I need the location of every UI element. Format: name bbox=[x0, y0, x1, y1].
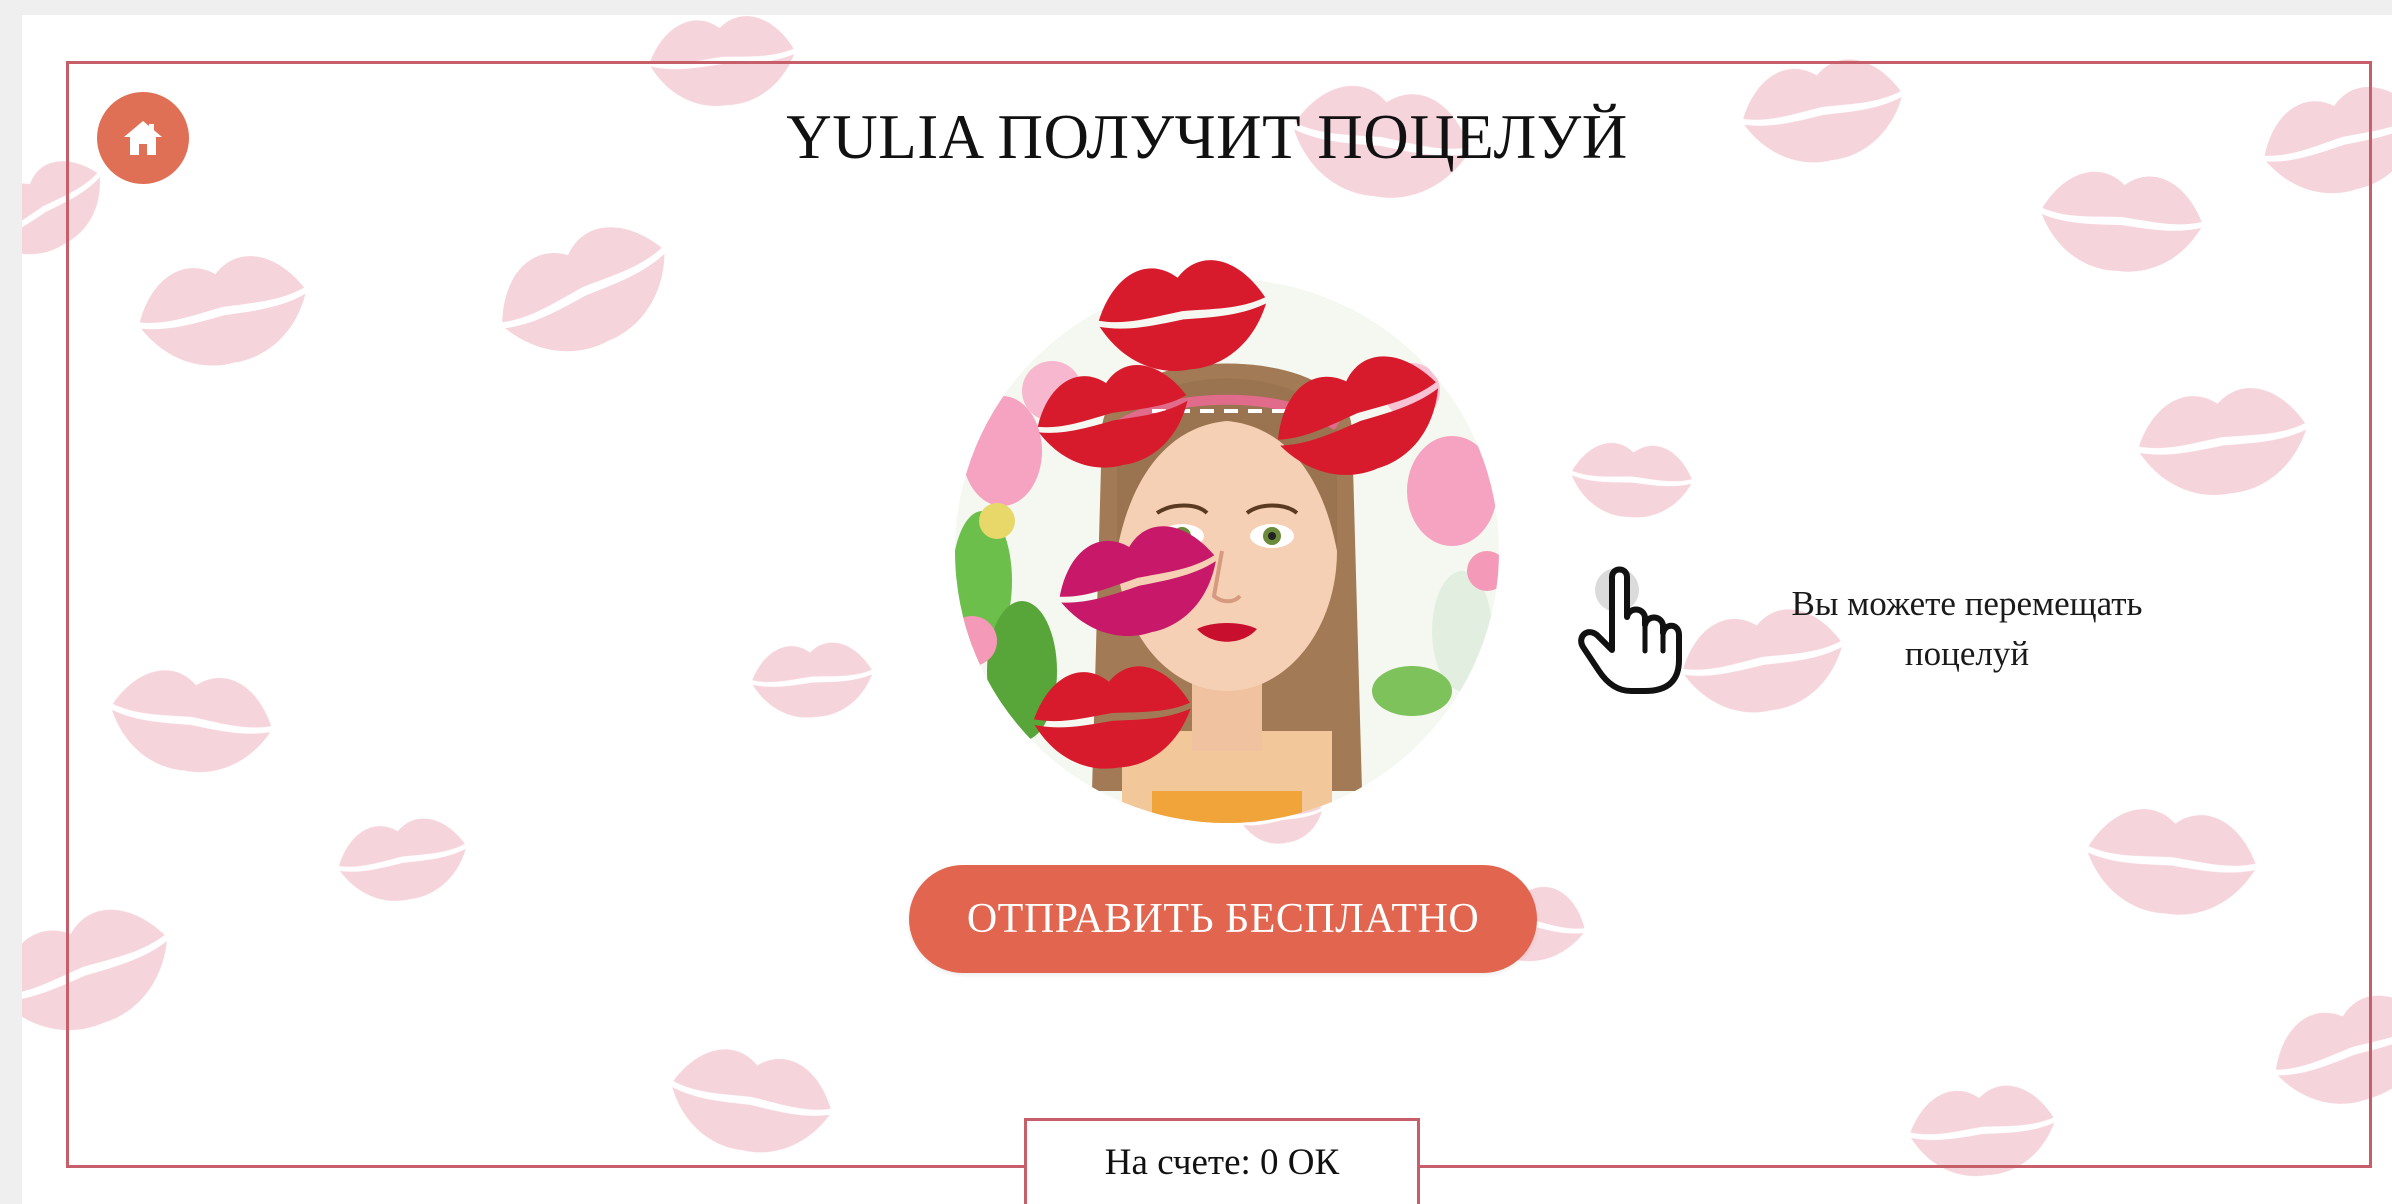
avatar-image bbox=[955, 252, 1499, 823]
page: YULIA ПОЛУЧИТ ПОЦЕЛУЙ Вы можете перемеща… bbox=[22, 15, 2392, 1204]
balance-indicator: На счете: 0 ОК bbox=[1024, 1118, 1420, 1204]
hand-pointer-icon bbox=[1578, 566, 1682, 694]
drag-hint-text: Вы можете перемещать поцелуй bbox=[1791, 584, 2143, 673]
drag-hint: Вы можете перемещать поцелуй bbox=[1567, 555, 2187, 705]
page-title: YULIA ПОЛУЧИТ ПОЦЕЛУЙ bbox=[786, 102, 1628, 172]
avatar-kiss-area[interactable] bbox=[942, 251, 1512, 851]
send-free-button[interactable]: ОТПРАВИТЬ БЕСПЛАТНО bbox=[909, 865, 1537, 973]
